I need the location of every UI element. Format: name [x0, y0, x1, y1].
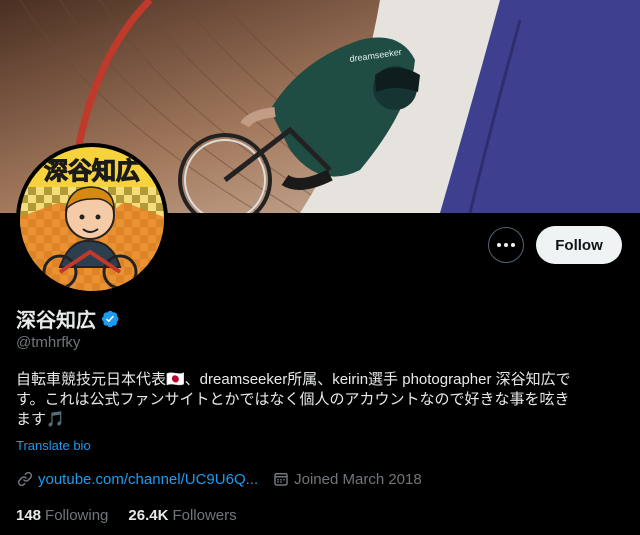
bio-line: ます🎵 [16, 411, 65, 428]
website-link[interactable]: youtube.com/channel/UC9U6Q... [16, 470, 258, 488]
avatar-image: 深谷知広 [20, 147, 164, 291]
username-handle: @tmhrfky [16, 334, 81, 351]
bio: 自転車競技元日本代表🇯🇵、dreamseeker所属、keirin選手 phot… [16, 370, 628, 430]
follow-button[interactable]: Follow [536, 226, 622, 264]
website-text: youtube.com/channel/UC9U6Q... [38, 470, 259, 488]
translate-bio-link[interactable]: Translate bio [16, 438, 91, 453]
calendar-icon [274, 473, 288, 486]
following-link[interactable]: 148 Following [16, 507, 108, 524]
more-icon [497, 243, 501, 247]
avatar-title-text: 深谷知広 [44, 157, 140, 185]
bio-line: 自転車競技元日本代表🇯🇵、dreamseeker所属、keirin選手 phot… [16, 371, 571, 388]
followers-link[interactable]: 26.4K Followers [128, 507, 236, 524]
more-icon-dot [511, 243, 515, 247]
follow-stats: 148 Following 26.4K Followers [16, 507, 257, 524]
following-count: 148 [16, 507, 42, 524]
more-options-button[interactable] [488, 227, 524, 263]
avatar[interactable]: 深谷知広 [16, 143, 168, 295]
verified-badge-icon[interactable] [100, 309, 120, 329]
bio-line: す。これは公式ファンサイトとかではなく個人のアカウントなので好きな事を呟き [16, 391, 570, 408]
followers-count: 26.4K [128, 507, 169, 524]
link-icon [17, 471, 33, 487]
joined-text: Joined March 2018 [294, 470, 422, 488]
display-name: 深谷知広 [16, 310, 96, 332]
more-icon-dot [504, 243, 508, 247]
name-row: 深谷知広 [16, 304, 120, 333]
joined-date: Joined March 2018 [272, 470, 422, 488]
following-label: Following [45, 507, 109, 524]
followers-label: Followers [172, 507, 237, 524]
profile-meta: youtube.com/channel/UC9U6Q... Joined Mar… [16, 470, 422, 488]
